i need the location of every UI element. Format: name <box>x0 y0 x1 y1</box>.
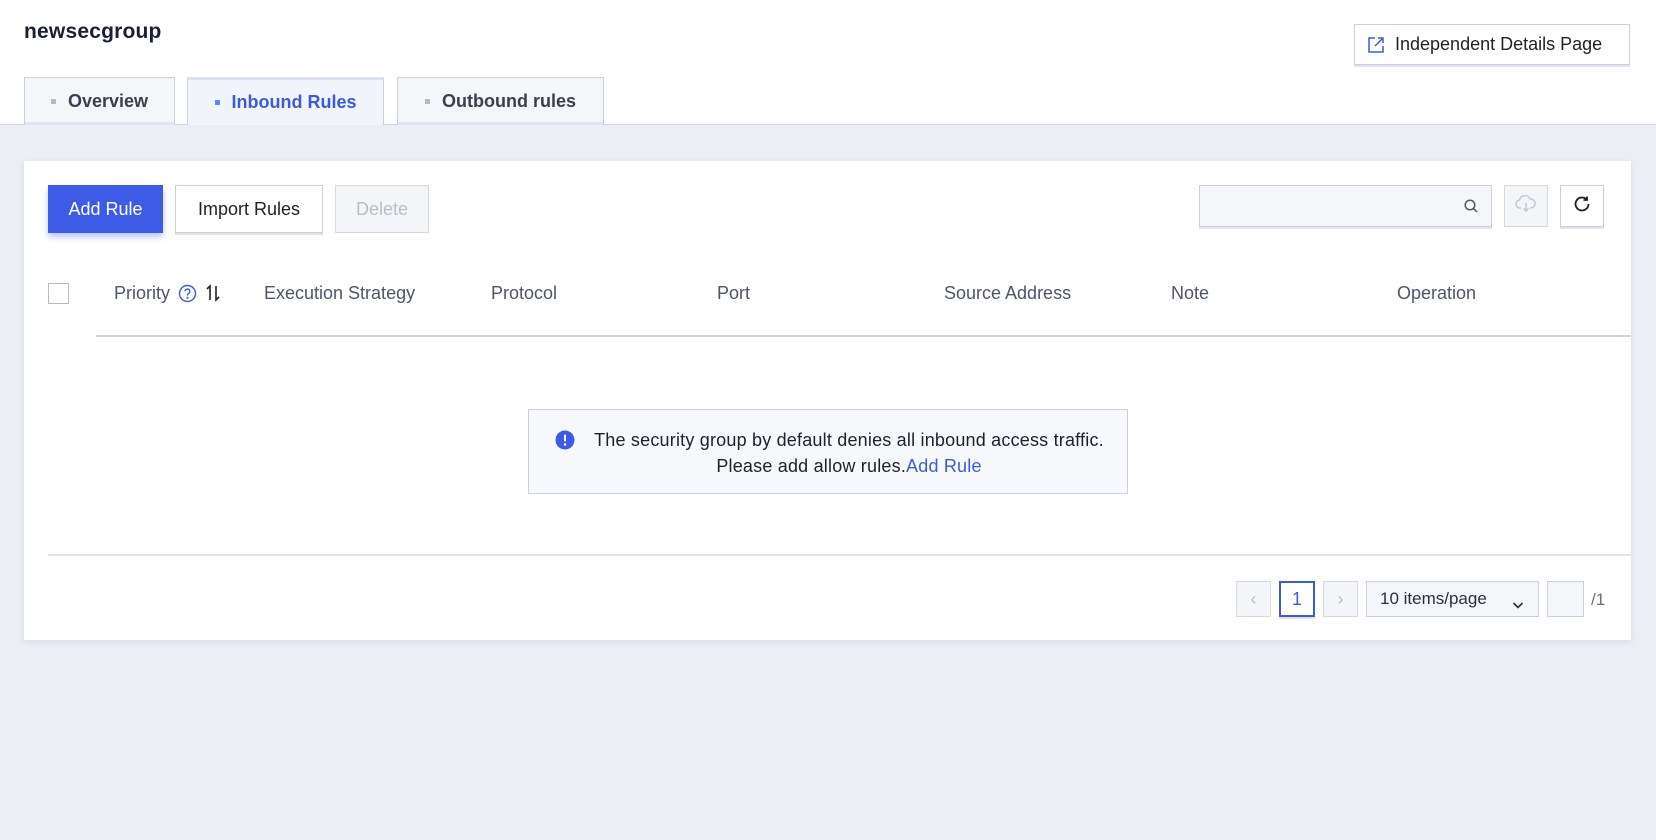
column-header-protocol: Protocol <box>491 282 558 303</box>
sort-icon[interactable] <box>205 284 221 302</box>
page-jump-input[interactable] <box>1547 581 1584 617</box>
search-input[interactable] <box>1200 186 1491 226</box>
tab-dot-icon <box>50 99 56 104</box>
independent-details-page-button[interactable]: Independent Details Page <box>1354 24 1630 65</box>
tab-label: Outbound rules <box>442 91 576 111</box>
page-number-button[interactable]: 1 <box>1279 581 1315 617</box>
add-rule-button[interactable]: Add Rule <box>48 185 163 233</box>
next-page-button[interactable]: › <box>1323 581 1358 617</box>
column-header-priority: Priority <box>114 279 221 307</box>
select-all-checkbox[interactable] <box>48 283 69 304</box>
tab-label: Overview <box>67 91 149 111</box>
help-icon[interactable] <box>178 284 197 303</box>
add-rule-link[interactable]: Add Rule <box>906 456 982 476</box>
tab-dot-icon <box>214 100 220 105</box>
chevron-down-icon <box>1512 595 1524 609</box>
delete-button[interactable]: Delete <box>335 185 429 233</box>
tab-label: Inbound Rules <box>231 92 357 112</box>
tab-overview[interactable]: Overview <box>24 77 175 125</box>
column-header-port: Port <box>717 282 751 303</box>
column-header-execution-strategy: Execution Strategy <box>264 282 416 303</box>
column-header-source-address: Source Address <box>944 282 1072 303</box>
search-box <box>1199 185 1492 227</box>
cloud-download-icon <box>1515 194 1537 218</box>
search-icon[interactable] <box>1463 198 1479 214</box>
total-pages: /1 <box>1591 590 1606 609</box>
page-size-label: 10 items/page <box>1380 589 1487 608</box>
empty-state-text: The security group by default denies all… <box>589 427 1109 479</box>
page-header: newsecgroup Independent Details Page Ove… <box>0 0 1656 125</box>
previous-page-button[interactable]: ‹ <box>1236 581 1271 617</box>
empty-state-message: The security group by default denies all… <box>594 430 1104 476</box>
page-title: newsecgroup <box>24 20 162 43</box>
column-header-operation: Operation <box>1397 282 1477 303</box>
refresh-button[interactable] <box>1560 185 1604 227</box>
download-button[interactable] <box>1504 185 1548 227</box>
table-header-divider <box>96 335 1631 337</box>
empty-state-notice: The security group by default denies all… <box>528 409 1128 494</box>
external-link-icon <box>1367 36 1385 54</box>
details-button-label: Independent Details Page <box>1395 34 1603 54</box>
tab-outbound-rules[interactable]: Outbound rules <box>397 77 604 125</box>
tab-dot-icon <box>425 99 430 104</box>
table-footer-divider <box>48 554 1631 556</box>
rules-card: Add Rule Import Rules Delete Priority Ex… <box>24 161 1631 640</box>
refresh-icon <box>1572 194 1592 219</box>
column-header-note: Note <box>1171 282 1210 303</box>
info-icon <box>555 430 575 450</box>
page-size-select[interactable]: 10 items/page <box>1366 581 1539 617</box>
import-rules-button[interactable]: Import Rules <box>175 185 323 233</box>
tab-inbound-rules[interactable]: Inbound Rules <box>187 77 384 125</box>
column-header-label: Priority <box>114 282 171 303</box>
